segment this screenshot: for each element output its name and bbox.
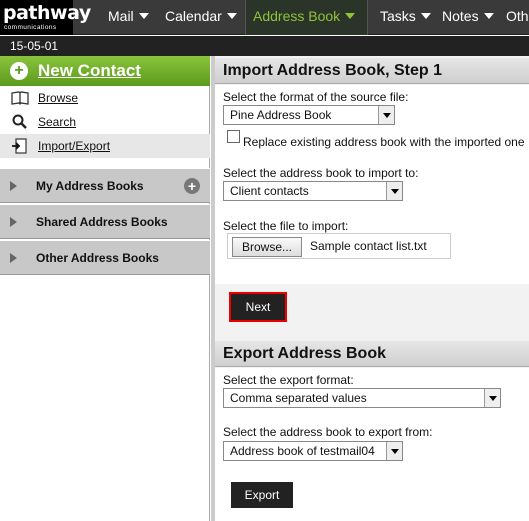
import-export-icon (12, 138, 27, 154)
nav-mail-label: Mail (108, 8, 134, 24)
sidebar-section-shared-address-books[interactable]: Shared Address Books (0, 204, 210, 239)
export-panel-body: Select the export format: Comma separate… (215, 368, 529, 521)
selected-file-name: Sample contact list.txt (310, 239, 427, 253)
nav-tasks-label: Tasks (380, 8, 416, 24)
import-file-label: Select the file to import: (223, 219, 349, 233)
sidebar-link-label: Import/Export (38, 139, 111, 153)
import-format-select[interactable]: Pine Address Book (223, 105, 395, 125)
nav-notes-label: Notes (442, 8, 479, 24)
import-format-label: Select the format of the source file: (223, 90, 409, 104)
plus-circle-icon: + (10, 62, 28, 80)
browse-button[interactable]: Browse... (232, 237, 302, 257)
chevron-down-icon (420, 13, 431, 19)
sidebar-link-browse[interactable]: Browse (0, 86, 210, 110)
sidebar-link-search[interactable]: Search (0, 110, 210, 134)
chevron-down-icon (138, 13, 149, 19)
new-contact-button[interactable]: + New Contact (0, 56, 210, 86)
export-format-label: Select the export format: (223, 373, 354, 387)
pathway-logo[interactable]: pathway communications (0, 0, 91, 35)
chevron-down-icon (378, 106, 394, 124)
book-icon (11, 91, 29, 105)
import-book-label: Select the address book to import to: (223, 166, 419, 180)
expand-arrow-icon[interactable] (10, 217, 17, 227)
replace-checkbox[interactable] (227, 130, 240, 143)
nav-other[interactable]: Oth (506, 0, 529, 35)
export-book-label: Select the address book to export from: (223, 425, 433, 439)
nav-other-label: Oth (506, 8, 529, 24)
chevron-down-icon (484, 389, 500, 407)
add-address-book-icon[interactable]: + (184, 178, 200, 194)
section-label: Shared Address Books (36, 215, 168, 229)
export-book-select[interactable]: Address book of testmail04 (223, 441, 403, 461)
nav-address-book[interactable]: Address Book (245, 0, 368, 35)
sidebar-section-my-address-books[interactable]: My Address Books + (0, 168, 210, 203)
next-button-highlight: Next (229, 292, 287, 322)
replace-label: Replace existing address book with the i… (243, 135, 525, 149)
expand-arrow-icon[interactable] (10, 253, 17, 263)
top-nav-bar: pathway communications Mail Calendar Add… (0, 0, 529, 35)
export-format-value: Comma separated values (230, 391, 367, 405)
logo-subtitle: communications (4, 24, 57, 31)
chevron-down-icon (226, 13, 237, 19)
import-panel-body: Select the format of the source file: Pi… (215, 85, 529, 284)
date-bar: 15-05-01 (0, 36, 529, 56)
export-panel-title: Export Address Book (215, 341, 529, 367)
main-content: Import Address Book, Step 1 Select the f… (211, 56, 529, 521)
sidebar-link-import-export[interactable]: Import/Export (0, 134, 210, 158)
export-button[interactable]: Export (231, 482, 293, 508)
chevron-down-icon (386, 182, 402, 200)
magnifier-icon (12, 114, 27, 129)
nav-calendar-label: Calendar (165, 8, 222, 24)
nav-notes[interactable]: Notes (442, 0, 494, 35)
file-picker: Browse... Sample contact list.txt (227, 233, 451, 259)
chevron-down-icon (345, 13, 356, 19)
nav-address-book-label: Address Book (253, 8, 341, 24)
new-contact-label: New Contact (38, 61, 141, 80)
sidebar-link-label: Search (38, 115, 77, 129)
sidebar-link-label: Browse (38, 91, 79, 105)
logo-word: pathway (3, 2, 91, 24)
section-label: My Address Books (36, 179, 144, 193)
chevron-down-icon (483, 13, 494, 19)
import-panel-title: Import Address Book, Step 1 (215, 58, 529, 84)
expand-arrow-icon[interactable] (10, 181, 17, 191)
import-book-select[interactable]: Client contacts (223, 181, 403, 201)
import-format-value: Pine Address Book (230, 108, 332, 122)
next-button[interactable]: Next (231, 294, 285, 320)
nav-mail[interactable]: Mail (108, 0, 149, 35)
sidebar: + New Contact Browse Search Import/Expor… (0, 56, 210, 521)
import-book-value: Client contacts (230, 184, 309, 198)
export-book-value: Address book of testmail04 (230, 444, 375, 458)
section-label: Other Address Books (36, 251, 159, 265)
chevron-down-icon (386, 442, 402, 460)
nav-calendar[interactable]: Calendar (165, 0, 237, 35)
nav-tasks[interactable]: Tasks (380, 0, 431, 35)
export-format-select[interactable]: Comma separated values (223, 388, 501, 408)
sidebar-section-other-address-books[interactable]: Other Address Books (0, 240, 210, 275)
